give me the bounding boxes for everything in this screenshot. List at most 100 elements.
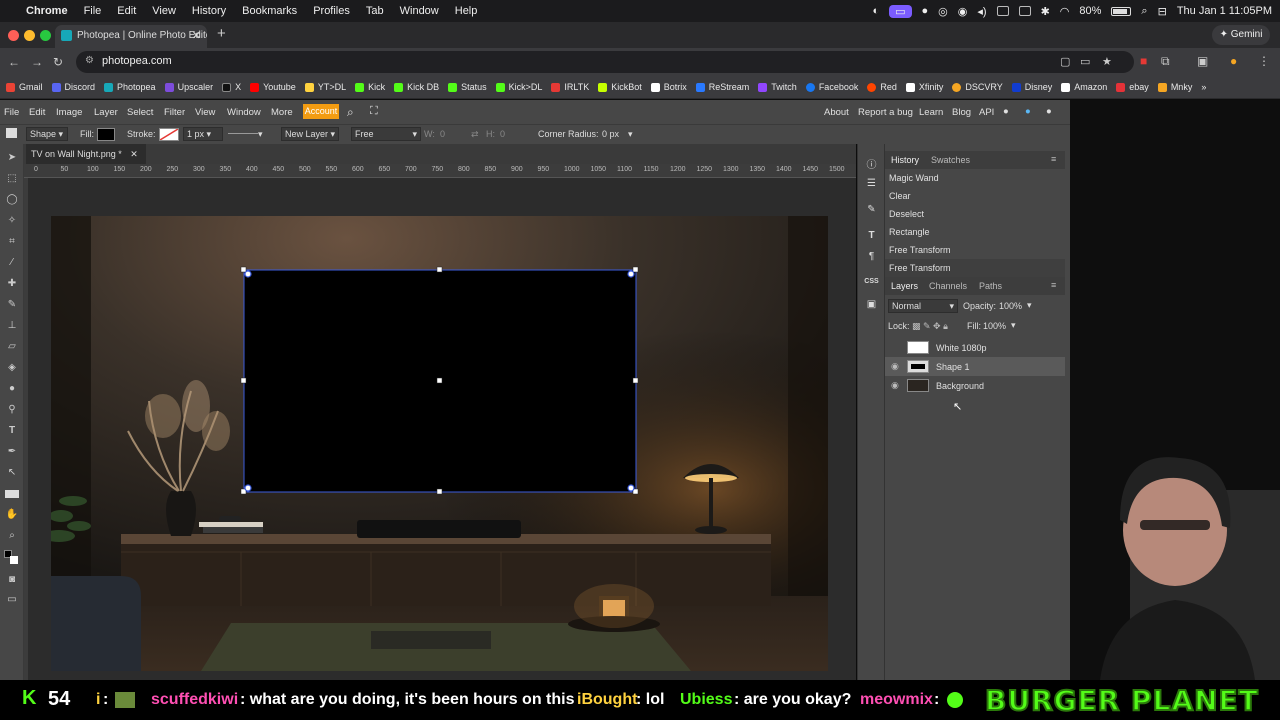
zoom-window-button[interactable] [40,30,51,41]
tab-channels[interactable]: Channels [929,281,967,291]
status-icon[interactable]: ● [922,5,929,17]
pp-menu-file[interactable]: File [4,107,19,118]
menu-view[interactable]: View [152,5,176,17]
layer-row[interactable]: White 1080p [885,338,1065,357]
shape-mode-select[interactable]: Shape ▾ [26,127,68,141]
airplay-icon[interactable]: ◉ [958,5,968,18]
paragraph-icon[interactable]: ¶ [864,251,879,265]
pp-menu-edit[interactable]: Edit [29,107,45,118]
lasso-tool-icon[interactable]: ◯ [5,194,19,206]
character-icon[interactable]: T [864,230,879,244]
menu-help[interactable]: Help [455,5,478,17]
bookmark-star-icon[interactable]: ★ [1102,55,1112,68]
fill-dropdown-icon[interactable]: ▾ [1011,320,1016,331]
screen-record-icon[interactable]: ▭ [889,4,912,18]
gemini-button[interactable]: ✦ Gemini [1212,25,1270,45]
hand-tool-icon[interactable]: ✋ [5,509,19,521]
link-blog[interactable]: Blog [952,107,971,118]
reddit-icon[interactable]: ● [1003,106,1009,117]
blur-tool-icon[interactable]: ● [5,383,19,395]
opacity-dropdown-icon[interactable]: ▾ [1027,300,1032,311]
bookmark-kick[interactable]: Kick [355,82,385,92]
pp-menu-layer[interactable]: Layer [94,107,118,118]
path-select-tool-icon[interactable]: ↖ [5,467,19,479]
bookmark-upscaler[interactable]: Upscaler [164,82,213,92]
menu-file[interactable]: File [84,5,102,17]
bookmark-mnky[interactable]: Mnky [1157,82,1192,92]
search-icon[interactable]: ⌕ [347,105,354,120]
blend-mode-select[interactable]: Normal ▾ [888,299,958,313]
bookmark-botrix[interactable]: Botrix [650,82,687,92]
stroke-style-dropdown-icon[interactable]: ▾ [258,129,263,140]
extensions-puzzle-icon[interactable]: ⧉ [1161,54,1170,69]
extension-icon[interactable]: ■ [1140,54,1147,68]
bookmark-discord[interactable]: Discord [51,82,95,92]
image-icon[interactable]: ▣ [864,299,879,313]
fullscreen-icon[interactable]: ⛶ [370,105,378,118]
bookmarks-overflow-icon[interactable]: » [1201,82,1206,92]
bookmark-status[interactable]: Status [448,82,487,92]
status-icon[interactable]: ◐ [872,5,879,17]
brush-settings-icon[interactable]: ✎ [864,204,879,218]
cast-icon[interactable]: ▭ [1080,55,1090,68]
stroke-width-field[interactable]: 1 px ▾ [183,127,223,141]
new-tab-button[interactable]: + [217,25,226,42]
bookmark-x[interactable]: X [222,82,241,92]
history-item[interactable]: Rectangle [885,223,1065,241]
display-icon[interactable] [996,6,1009,16]
link-report-bug[interactable]: Report a bug [858,107,913,118]
bookmark-restream[interactable]: ReStream [695,82,749,92]
facebook-icon[interactable]: ● [1046,106,1052,117]
history-item[interactable]: Clear [885,187,1065,205]
profile-avatar[interactable]: ● [1230,54,1237,68]
corner-radius-field[interactable]: 0 px [602,129,619,139]
volume-icon[interactable]: ◂) [977,5,986,18]
link-api[interactable]: API [979,107,994,118]
bookmark-irltk[interactable]: IRLTK [551,82,589,92]
reload-icon[interactable]: ↻ [53,55,63,69]
pp-menu-filter[interactable]: Filter [164,107,185,118]
width-field[interactable]: 0 [440,129,445,139]
menu-history[interactable]: History [192,5,226,17]
close-document-icon[interactable]: ✕ [130,149,138,159]
bookmark-gmail[interactable]: Gmail [6,82,43,92]
visibility-eye-icon[interactable]: ◉ [891,380,899,391]
fill-field[interactable]: 100% [983,321,1006,331]
properties-icon[interactable]: ☰ [864,178,879,192]
move-tool-icon[interactable]: ➤ [5,152,19,164]
bookmark-photopea[interactable]: Photopea [104,82,156,92]
healing-tool-icon[interactable]: ✚ [5,278,19,290]
page-icon[interactable]: ▢ [1060,55,1070,68]
close-window-button[interactable] [8,30,19,41]
globe-icon[interactable]: ◎ [938,5,948,18]
tab-paths[interactable]: Paths [979,281,1002,291]
opacity-field[interactable]: 100% [999,301,1022,311]
battery-icon[interactable] [1111,6,1132,16]
bookmark-kickbot[interactable]: KickBot [598,82,642,92]
stroke-style-line[interactable] [228,133,258,134]
minimize-window-button[interactable] [24,30,35,41]
pp-menu-select[interactable]: Select [127,107,153,118]
layer-row[interactable]: ◉ Background [885,376,1065,395]
menu-tab[interactable]: Tab [366,5,384,17]
browser-tab-photopea[interactable]: Photopea | Online Photo Edito ✕ [55,25,207,48]
canvas-image[interactable] [51,216,828,671]
menu-profiles[interactable]: Profiles [313,5,350,17]
forward-icon[interactable]: → [31,55,43,69]
info-icon[interactable]: ⓘ [864,156,879,171]
brush-tool-icon[interactable]: ✎ [5,299,19,311]
bookmark-twitch[interactable]: Twitch [758,82,797,92]
history-item[interactable]: Free Transform [885,241,1065,259]
bookmark-kick-dl[interactable]: Kick>DL [495,82,542,92]
close-tab-icon[interactable]: ✕ [192,29,201,42]
history-item[interactable]: Magic Wand [885,169,1065,187]
quick-mask-icon[interactable]: ◙ [5,574,19,586]
pp-menu-more[interactable]: More [271,107,293,118]
eraser-tool-icon[interactable]: ▱ [5,341,19,353]
menu-bookmarks[interactable]: Bookmarks [242,5,297,17]
panel-menu-icon[interactable]: ≡ [1051,280,1056,290]
link-learn[interactable]: Learn [919,107,943,118]
screen-mode-icon[interactable]: ▭ [5,594,19,606]
more-menu-icon[interactable]: ⋮ [1258,54,1270,68]
bookmark-red[interactable]: Red [867,82,897,92]
